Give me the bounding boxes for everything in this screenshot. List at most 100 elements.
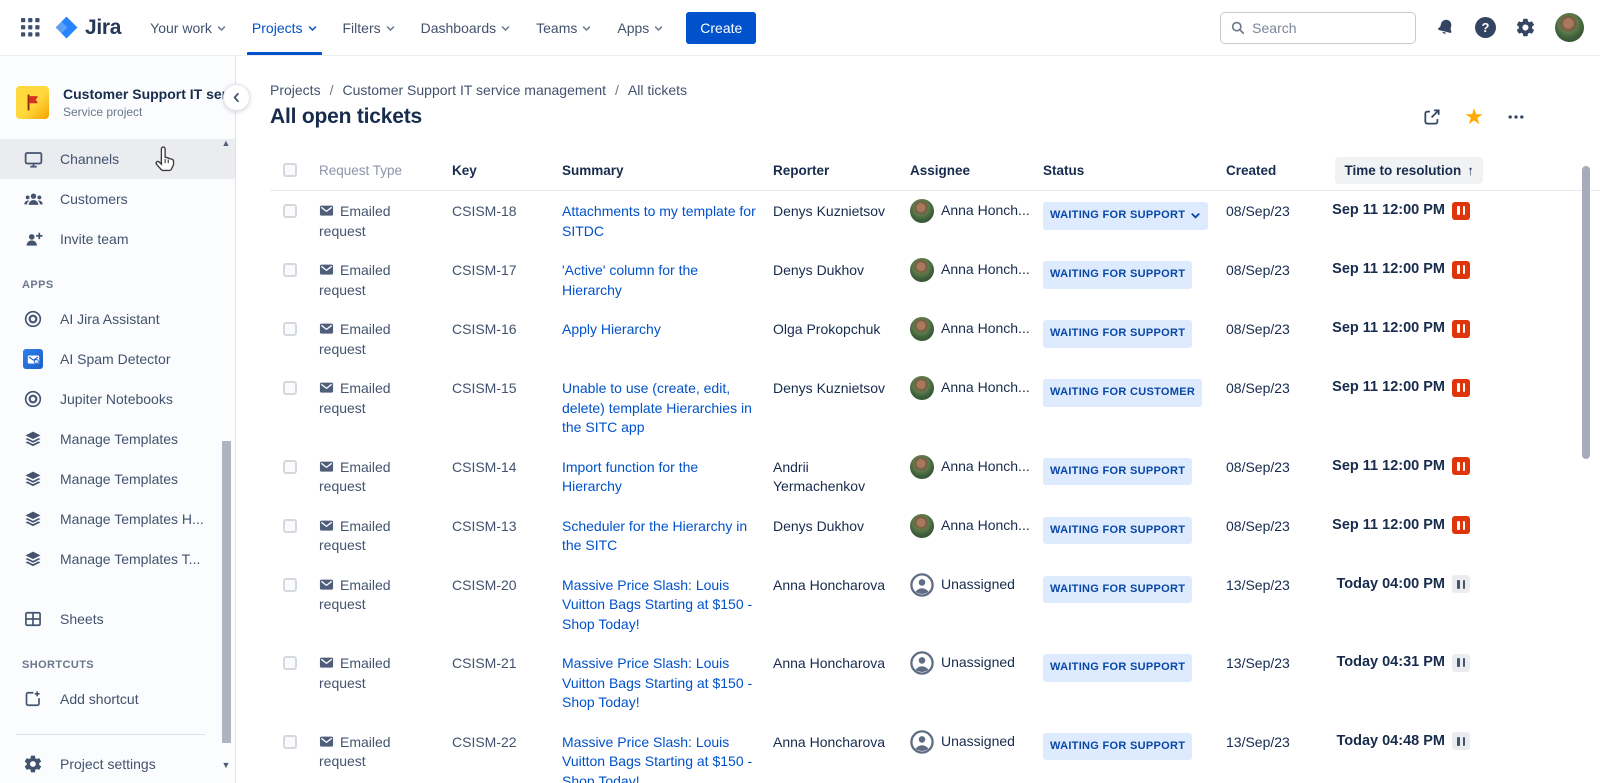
sidebar-scroll-up-icon[interactable]: ▲ [221,138,231,148]
sidebar-scroll-down-icon[interactable]: ▼ [221,760,231,770]
breadcrumb-all-tickets[interactable]: All tickets [628,82,687,98]
jira-logo[interactable]: Jira [54,15,121,40]
status-badge[interactable]: WAITING FOR SUPPORT [1043,320,1192,348]
summary-link[interactable]: Massive Price Slash: Louis Vuitton Bags … [562,654,758,713]
sidebar-item-manage-templates-2[interactable]: Manage Templates [0,459,235,499]
app-switcher-icon[interactable] [14,12,46,44]
summary-link[interactable]: Massive Price Slash: Louis Vuitton Bags … [562,576,758,635]
sidebar-item-customers[interactable]: Customers [0,179,235,219]
status-badge[interactable]: WAITING FOR SUPPORT [1043,576,1192,604]
summary-link[interactable]: Attachments to my template for SITDC [562,202,758,241]
status-badge[interactable]: WAITING FOR SUPPORT [1043,202,1208,230]
breadcrumb-projects[interactable]: Projects [270,82,321,98]
column-header-time-to-resolution[interactable]: Time to resolution ↑ [1335,157,1483,184]
status-badge[interactable]: WAITING FOR SUPPORT [1043,517,1192,545]
layers-icon [22,549,44,569]
notifications-bell-icon[interactable] [1435,17,1456,38]
favorite-star-icon[interactable]: ★ [1464,106,1484,128]
row-checkbox[interactable] [283,578,297,592]
email-icon [319,734,334,749]
nav-teams[interactable]: Teams [525,0,602,55]
column-header-summary[interactable]: Summary [549,163,760,178]
row-checkbox[interactable] [283,656,297,670]
row-checkbox[interactable] [283,204,297,218]
project-header[interactable]: Customer Support IT ser... Service proje… [0,80,235,139]
column-header-key[interactable]: Key [439,163,549,178]
help-icon[interactable]: ? [1475,17,1496,38]
status-badge[interactable]: WAITING FOR CUSTOMER [1043,379,1202,407]
table-row: Emailed request CSISM-21 Massive Price S… [270,643,1600,722]
summary-link[interactable]: Import function for the Hierarchy [562,458,758,497]
sidebar-item-invite-team[interactable]: Invite team [0,219,235,259]
sidebar-collapse-button[interactable] [223,84,250,111]
email-icon [319,518,334,533]
reporter-name: Denys Dukhov [760,261,886,281]
row-checkbox[interactable] [283,263,297,277]
sidebar-item-ai-jira-assistant[interactable]: AI Jira Assistant [0,299,235,339]
status-badge[interactable]: WAITING FOR SUPPORT [1043,733,1192,761]
sla-pause-icon [1452,654,1470,672]
issue-key: CSISM-18 [439,202,549,222]
time-to-resolution: Sep 11 12:00 PM [1332,260,1445,280]
search-input[interactable] [1252,20,1405,36]
nav-your-work[interactable]: Your work [139,0,237,55]
email-icon [319,459,334,474]
summary-link[interactable]: Apply Hierarchy [562,320,661,340]
column-header-status[interactable]: Status [1030,163,1213,178]
sidebar-item-sheets[interactable]: Sheets [0,599,235,639]
summary-link[interactable]: Massive Price Slash: Louis Vuitton Bags … [562,733,758,783]
sidebar-item-manage-templates-t[interactable]: Manage Templates T... [0,539,235,579]
chevron-down-icon [582,24,591,33]
table-row: Emailed request CSISM-14 Import function… [270,447,1600,506]
column-header-reporter[interactable]: Reporter [760,163,897,178]
row-checkbox[interactable] [283,381,297,395]
created-date: 08/Sep/23 [1213,458,1331,478]
status-badge[interactable]: WAITING FOR SUPPORT [1043,458,1192,486]
summary-link[interactable]: Scheduler for the Hierarchy in the SITC [562,517,758,556]
user-avatar[interactable] [1555,13,1584,42]
export-icon[interactable] [1422,107,1442,127]
row-checkbox[interactable] [283,460,297,474]
issue-key: CSISM-22 [439,733,549,753]
sidebar-scrollbar[interactable] [222,441,231,743]
jira-logo-icon [54,15,79,40]
row-checkbox[interactable] [283,735,297,749]
create-button[interactable]: Create [686,12,756,44]
vertical-scrollbar[interactable] [1582,166,1590,459]
column-header-created[interactable]: Created [1213,163,1331,178]
sidebar-item-manage-templates-1[interactable]: Manage Templates [0,419,235,459]
nav-apps[interactable]: Apps [606,0,674,55]
sort-asc-arrow-icon: ↑ [1467,163,1474,178]
nav-filters[interactable]: Filters [332,0,406,55]
unassigned-avatar-icon [910,730,934,754]
status-badge[interactable]: WAITING FOR SUPPORT [1043,261,1192,289]
column-header-assignee[interactable]: Assignee [897,163,1030,178]
sidebar-item-add-shortcut[interactable]: Add shortcut [0,679,235,719]
status-badge[interactable]: WAITING FOR SUPPORT [1043,654,1192,682]
email-icon [319,203,334,218]
select-all-checkbox[interactable] [283,163,297,177]
summary-link[interactable]: 'Active' column for the Hierarchy [562,261,758,300]
target-icon [22,389,44,409]
sidebar-item-manage-templates-h[interactable]: Manage Templates H... [0,499,235,539]
row-checkbox[interactable] [283,322,297,336]
sidebar-item-jupiter-notebooks[interactable]: Jupiter Notebooks [0,379,235,419]
sla-pause-icon [1452,575,1470,593]
nav-projects[interactable]: Projects [241,0,328,55]
sidebar-item-ai-spam-detector[interactable]: AI Spam Detector [0,339,235,379]
nav-dashboards[interactable]: Dashboards [410,0,522,55]
add-shortcut-icon [22,689,44,709]
more-actions-icon[interactable] [1506,107,1526,127]
status-label: WAITING FOR SUPPORT [1050,737,1185,757]
breadcrumb-project-name[interactable]: Customer Support IT service management [342,82,606,98]
sidebar-item-project-settings[interactable]: Project settings [0,745,221,783]
top-navigation: Jira Your work Projects Filters Dashboar… [0,0,1600,56]
column-header-request-type[interactable]: Request Type [306,163,439,178]
row-checkbox[interactable] [283,519,297,533]
summary-link[interactable]: Unable to use (create, edit, delete) tem… [562,379,758,438]
time-to-resolution: Sep 11 12:00 PM [1332,516,1445,536]
chevron-down-icon [308,24,317,33]
sidebar-item-channels[interactable]: Channels [0,139,235,179]
settings-gear-icon[interactable] [1515,17,1536,38]
monitor-icon [22,149,44,170]
